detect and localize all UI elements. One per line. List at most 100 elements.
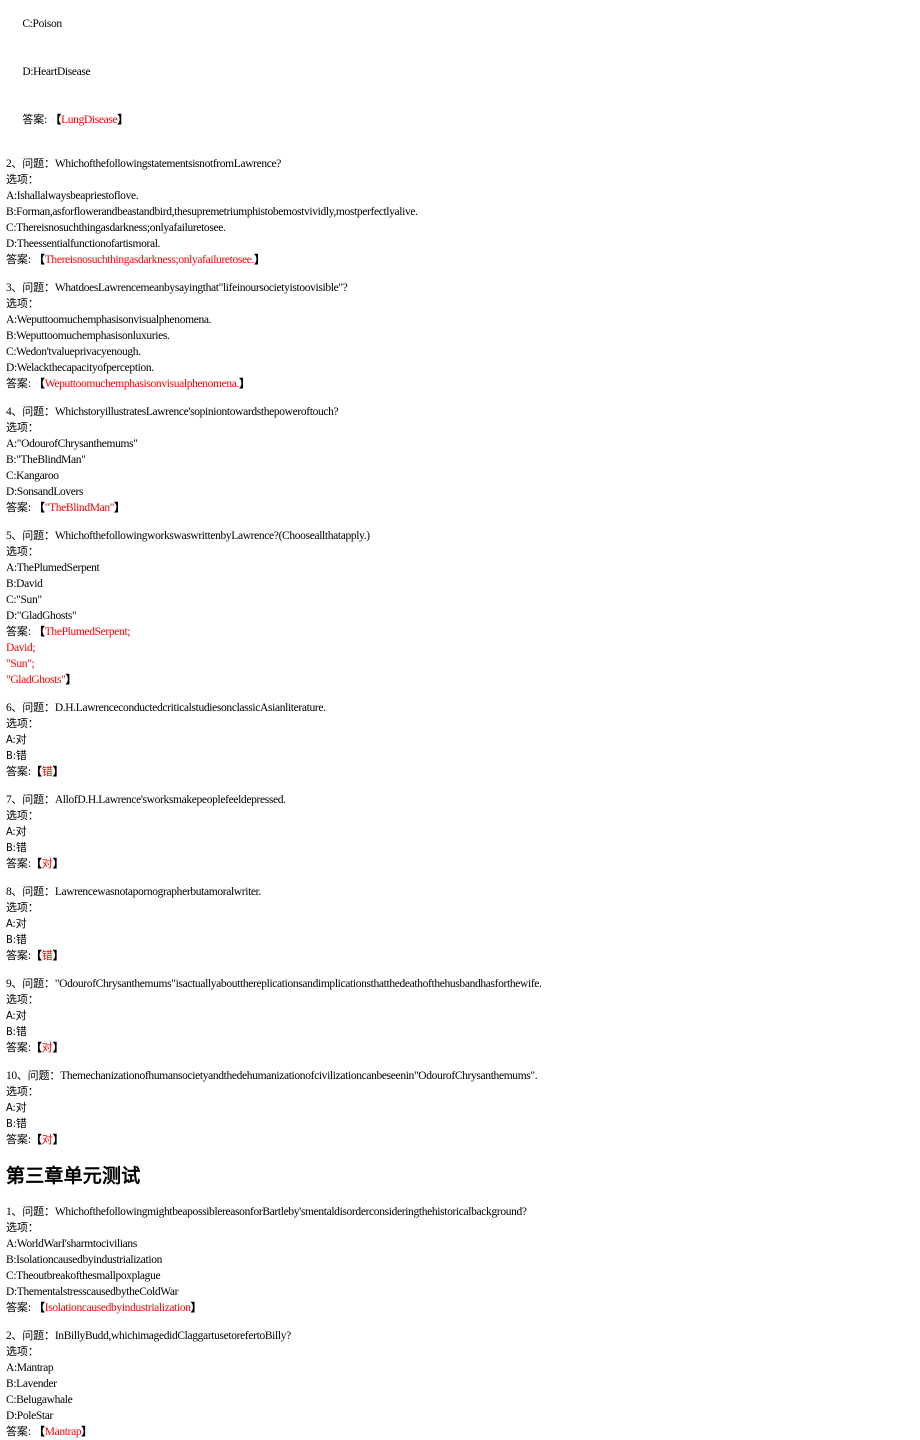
option-line: D:Theessentialfunctionofartismoral. [6,236,920,252]
answer-value: 错 [41,949,53,962]
option-line: A:Ishallalwaysbeapriestoflove. [6,188,920,204]
page-title: 第三章单元测试 [6,1165,141,1187]
question-prefix-label: 、问题： [11,529,55,542]
option-text: B:错 [6,1025,27,1038]
option-line: B:错 [6,748,920,764]
options-label-line: 选项： [6,296,920,312]
question-prefix-label: 、问题： [11,885,55,898]
option-text: D:SonsandLovers [6,486,84,498]
option-text: A:对 [6,917,27,930]
option-text: D:Welackthecapacityofperception. [6,362,154,374]
option-line: B:错 [6,1024,920,1040]
option-line: C:"Sun" [6,592,920,608]
option-line: B:错 [6,932,920,948]
options-label: 选项： [6,1221,39,1234]
bracket-close: 】 [114,501,125,514]
option-text: B:错 [6,1117,27,1130]
answer-value: LungDisease [61,114,118,126]
answer-line: 答案: 【"TheBlindMan"】 [6,500,920,516]
bracket-close: 】 [190,1301,202,1314]
answer-label: 答案: [6,253,34,266]
options-label-line: 选项： [6,1084,920,1100]
options-label: 选项： [6,1085,39,1098]
option-text: A:对 [6,825,27,838]
question-prefix-label: 、问题： [11,405,55,418]
answer-label: 答案: [6,1425,34,1438]
answer-line: 答案:【错】 [6,948,920,964]
option-line: A:对 [6,824,920,840]
option-line: C:Belugawhale [6,1392,920,1408]
options-label: 选项： [6,297,39,310]
answer-line: 答案: 【Thereisnosuchthingasdarkness;onlyaf… [6,252,920,268]
options-label-line: 选项： [6,900,920,916]
question-block: 3、问题：WhatdoesLawrencemeanbysayingthat"li… [6,280,920,392]
options-label-line: 选项： [6,716,920,732]
question-stem-text: WhichofthefollowingstatementsisnotfromLa… [54,158,282,170]
options-label-line: 选项： [6,1344,920,1360]
question-stem-text: WhichofthefollowingworkswaswrittenbyLawr… [54,530,370,542]
option-text: B:Isolationcausedbyindustrialization [6,1254,163,1266]
option-text: B:错 [6,933,27,946]
question-block: 2、问题：Whichofthefollowingstatementsisnotf… [6,156,920,268]
bracket-open: 【 [33,1301,45,1314]
answer-line: 答案:【错】 [6,764,920,780]
options-label-line: 选项： [6,1220,920,1236]
bracket-close: 】 [117,113,129,126]
question-stem-line: 2、问题：Whichofthefollowingstatementsisnotf… [6,156,920,172]
answer-value: 错 [41,765,53,778]
options-label: 选项： [6,901,39,914]
question-stem-line: 5、问题：Whichofthefollowingworkswaswrittenb… [6,528,920,544]
bracket-close: 】 [81,1425,93,1438]
option-line: B:错 [6,1116,920,1132]
answer-line: 答案: 【Isolationcausedbyindustrialization】 [6,1300,920,1316]
question-stem-text: D.H.Lawrenceconductedcriticalstudiesoncl… [54,702,326,714]
option-line: C:Thereisnosuchthingasdarkness;onlyafail… [6,220,920,236]
option-text: C:Thereisnosuchthingasdarkness;onlyafail… [6,222,226,234]
option-line: B:"TheBlindMan" [6,452,920,468]
options-label: 选项： [6,545,39,558]
question-block: 8、问题：Lawrencewasnotapornographerbutamora… [6,884,920,964]
option-text: A:"OdourofChrysanthemums" [6,438,138,450]
answer-line: 答案:【对】 [6,1132,920,1148]
answer-label: 答案: [22,113,51,126]
question-stem-line: 2、问题：InBillyBudd,whichimagedidClaggartus… [6,1328,920,1344]
question-stem-line: 3、问题：WhatdoesLawrencemeanbysayingthat"li… [6,280,920,296]
answer-line: 答案: 【Weputtoomuchemphasisonvisualphenome… [6,376,920,392]
options-label: 选项： [6,421,39,434]
option-text: D:ThementalstresscausedbytheColdWar [6,1286,179,1298]
question-block: 9、问题："OdourofChrysanthemums"isactuallyab… [6,976,920,1056]
question-prefix-label: 、问题： [11,793,55,806]
question-number: 10 [6,1070,17,1082]
question-stem-line: 4、问题：WhichstoryillustratesLawrence'sopin… [6,404,920,420]
question-stem-line: 10、问题：Themechanizationofhumansocietyandt… [6,1068,920,1084]
option-line: B:错 [6,840,920,856]
bracket-open: 【 [30,1133,42,1146]
options-label: 选项： [6,717,39,730]
answer-value: Thereisnosuchthingasdarkness;onlyafailur… [44,254,255,266]
question-prefix-label: 、问题： [11,157,55,170]
option-line: D:Welackthecapacityofperception. [6,360,920,376]
option-text: C:Poison [22,18,62,30]
question-block: 1、问题：Whichofthefollowingmightbeapossible… [6,1204,920,1316]
question-block: 5、问题：Whichofthefollowingworkswaswrittenb… [6,528,920,688]
answer-label: 答案: [6,1041,31,1054]
bracket-open: 【 [30,765,42,778]
option-text: C:Kangaroo [6,470,59,482]
bracket-open: 【 [33,625,45,638]
answer-value: "GladGhosts" [6,674,66,686]
answer-line: 答案:【对】 [6,856,920,872]
answer-label: 答案: [6,501,34,514]
bracket-close: 】 [52,765,64,778]
answer-label: 答案: [6,377,34,390]
option-text: B:Lavender [6,1378,57,1390]
question-prefix-label: 、问题： [11,1205,55,1218]
option-line: C:Kangaroo [6,468,920,484]
option-line: A:对 [6,916,920,932]
partial-question-block: C:Poison D:HeartDisease 答案: 【LungDisease… [6,0,920,144]
answer-line: 答案: 【ThePlumedSerpent; [6,624,920,640]
answer-line: 答案: 【LungDisease】 [6,96,920,144]
option-line: B:Weputtoomuchemphasisonluxuries. [6,328,920,344]
question-stem-line: 9、问题："OdourofChrysanthemums"isactuallyab… [6,976,920,992]
option-line: A:WorldWarI'sharmtocivilians [6,1236,920,1252]
answer-value: David; [6,642,36,654]
